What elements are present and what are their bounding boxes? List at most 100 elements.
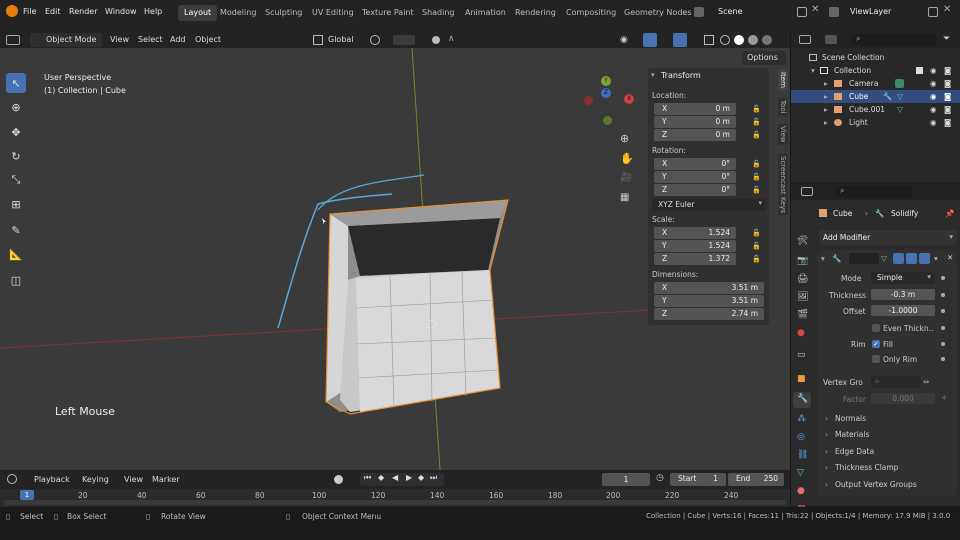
- offset-field[interactable]: -1.0000: [871, 305, 935, 316]
- menu-help[interactable]: Help: [139, 5, 167, 19]
- fill-checkbox[interactable]: ✓: [872, 340, 880, 348]
- keyframe-dot-icon[interactable]: [941, 309, 945, 313]
- xray-toggle-icon[interactable]: [704, 35, 714, 45]
- scale-z-field[interactable]: Z 1.372: [654, 253, 736, 265]
- properties-search-input[interactable]: ⌕: [835, 186, 913, 198]
- editor-type-icon[interactable]: [801, 187, 813, 196]
- only-rim-checkbox[interactable]: [872, 355, 880, 363]
- output-tab-icon[interactable]: 🖨: [797, 274, 808, 284]
- collection-tab-icon[interactable]: ▭: [797, 350, 806, 360]
- physics-tab-icon[interactable]: ◎: [797, 432, 805, 442]
- keyframe-dot-icon[interactable]: [941, 357, 945, 361]
- scene-tab-icon[interactable]: 🎬: [797, 310, 808, 320]
- lock-icon[interactable]: 🔓: [752, 105, 761, 113]
- subpanel-materials[interactable]: › Materials: [821, 428, 953, 442]
- factor-field[interactable]: 0.000: [871, 393, 935, 404]
- tab-screencast-keys[interactable]: Screencast Keys: [778, 154, 788, 216]
- location-z-field[interactable]: Z0 m: [654, 129, 736, 141]
- thickness-field[interactable]: -0.3 m: [871, 289, 935, 300]
- scene-icon[interactable]: [694, 7, 704, 17]
- select-tool-button[interactable]: ↖: [6, 73, 26, 93]
- viewlayer-icon[interactable]: [829, 7, 839, 17]
- tab-geometry-nodes[interactable]: Geometry Nodes: [618, 5, 697, 21]
- camera-render-icon[interactable]: ◙: [944, 103, 951, 116]
- tab-layout[interactable]: Layout: [178, 5, 218, 21]
- scale-tool-button[interactable]: ⤡: [6, 170, 26, 190]
- falloff-icon[interactable]: ∧: [448, 34, 455, 44]
- even-thickness-checkbox[interactable]: [872, 324, 880, 332]
- eye-icon[interactable]: ◉: [930, 64, 937, 77]
- lock-icon[interactable]: 🔓: [752, 173, 761, 181]
- outliner-row-cube[interactable]: ▸ Cube 🔧 ▽ ◉ ◙: [791, 90, 960, 103]
- lock-icon[interactable]: 🔓: [752, 186, 761, 194]
- location-y-field[interactable]: Y0 m: [654, 116, 736, 128]
- gizmo-y-axis[interactable]: Y: [601, 76, 611, 86]
- camera-view-icon[interactable]: 🎥: [620, 172, 632, 183]
- visibility-icon[interactable]: ◉: [620, 35, 632, 45]
- rotate-tool-button[interactable]: ↻: [6, 146, 26, 166]
- outliner-row-light[interactable]: ▸ Light ◉ ◙: [791, 116, 960, 129]
- play-icon[interactable]: ▶: [406, 473, 412, 482]
- tab-shading[interactable]: Shading: [416, 5, 461, 21]
- lock-icon[interactable]: 🔓: [752, 242, 761, 250]
- chevron-right-icon[interactable]: ▸: [824, 103, 828, 116]
- timeline-ruler[interactable]: 1 20 40 60 80 100 120 140 160 180 200 22…: [0, 489, 790, 507]
- editor-type-icon[interactable]: [799, 35, 811, 44]
- playhead[interactable]: 1: [20, 490, 34, 500]
- outliner-row-scene-collection[interactable]: Scene Collection: [791, 51, 960, 64]
- lock-icon[interactable]: 🔓: [752, 229, 761, 237]
- menu-add[interactable]: Add: [170, 32, 186, 48]
- material-tab-icon[interactable]: ●: [797, 486, 805, 496]
- dimensions-y-field[interactable]: Y 3.51 m: [654, 295, 764, 307]
- dimensions-x-field[interactable]: X 3.51 m: [654, 282, 764, 294]
- transform-tool-button[interactable]: ⊞: [6, 194, 26, 214]
- options-dropdown[interactable]: Options: [742, 51, 786, 65]
- menu-marker[interactable]: Marker: [152, 472, 180, 488]
- menu-playback[interactable]: Playback: [34, 472, 70, 488]
- close-scene-icon[interactable]: ✕: [811, 4, 819, 15]
- shading-material-icon[interactable]: [748, 35, 758, 45]
- modifier-tab-button[interactable]: 🔧: [793, 392, 811, 408]
- eye-icon[interactable]: ◉: [930, 90, 937, 103]
- pan-hand-icon[interactable]: ✋: [620, 152, 634, 165]
- lock-icon[interactable]: 🔓: [752, 160, 761, 168]
- orientation-icon[interactable]: [313, 35, 323, 45]
- keyframe-dot-icon[interactable]: [941, 293, 945, 297]
- menu-edit[interactable]: Edit: [40, 5, 66, 19]
- end-frame-field[interactable]: End 250: [728, 473, 784, 486]
- lock-icon[interactable]: 🔓: [752, 255, 761, 263]
- overlay-toggle-icon[interactable]: [673, 33, 687, 47]
- lock-icon[interactable]: 🔓: [752, 118, 761, 126]
- clock-icon[interactable]: ◷: [656, 473, 664, 483]
- view-layer-tab-icon[interactable]: 🖼: [797, 292, 808, 302]
- camera-render-icon[interactable]: ◙: [944, 64, 951, 77]
- edit-mode-cage-icon[interactable]: ▽: [881, 254, 887, 263]
- collapse-chevron-icon[interactable]: ▾: [651, 71, 655, 79]
- jump-end-icon[interactable]: ⏭: [430, 473, 437, 483]
- data-tab-icon[interactable]: ▽: [797, 468, 804, 478]
- menu-file[interactable]: File: [18, 5, 41, 19]
- gizmo-x-axis[interactable]: X: [624, 94, 634, 104]
- rotation-mode-dropdown[interactable]: XYZ Euler ▾: [652, 199, 766, 211]
- chevron-right-icon[interactable]: ▸: [824, 77, 828, 90]
- modifier-dropdown-icon[interactable]: ▾: [934, 254, 938, 263]
- tab-sculpting[interactable]: Sculpting: [259, 5, 308, 21]
- tab-uv-editing[interactable]: UV Editing: [306, 5, 360, 21]
- viewport-toggle-icon[interactable]: [906, 253, 917, 264]
- vertex-group-field[interactable]: ⁘: [871, 376, 921, 388]
- outliner-row-cube-001[interactable]: ▸ Cube.001 ▽ ◉ ◙: [791, 103, 960, 116]
- checkbox-icon[interactable]: [916, 67, 923, 74]
- eye-icon[interactable]: ◉: [930, 103, 937, 116]
- camera-render-icon[interactable]: ◙: [944, 116, 951, 129]
- edit-mode-toggle-icon[interactable]: [893, 253, 904, 264]
- editor-type-icon[interactable]: [7, 474, 17, 484]
- keyframe-dot-icon[interactable]: [941, 326, 945, 330]
- menu-view[interactable]: View: [124, 472, 143, 488]
- next-keyframe-icon[interactable]: ◆: [418, 473, 424, 482]
- constraints-tab-icon[interactable]: ⛓: [797, 450, 808, 460]
- outliner-row-collection[interactable]: ▾ Collection ◉ ◙: [791, 64, 960, 77]
- outliner-row-camera[interactable]: ▸ Camera ◉ ◙: [791, 77, 960, 90]
- subpanel-edge-data[interactable]: › Edge Data: [821, 445, 953, 459]
- tab-animation[interactable]: Animation: [459, 5, 512, 21]
- rotation-z-field[interactable]: Z 0°: [654, 184, 736, 196]
